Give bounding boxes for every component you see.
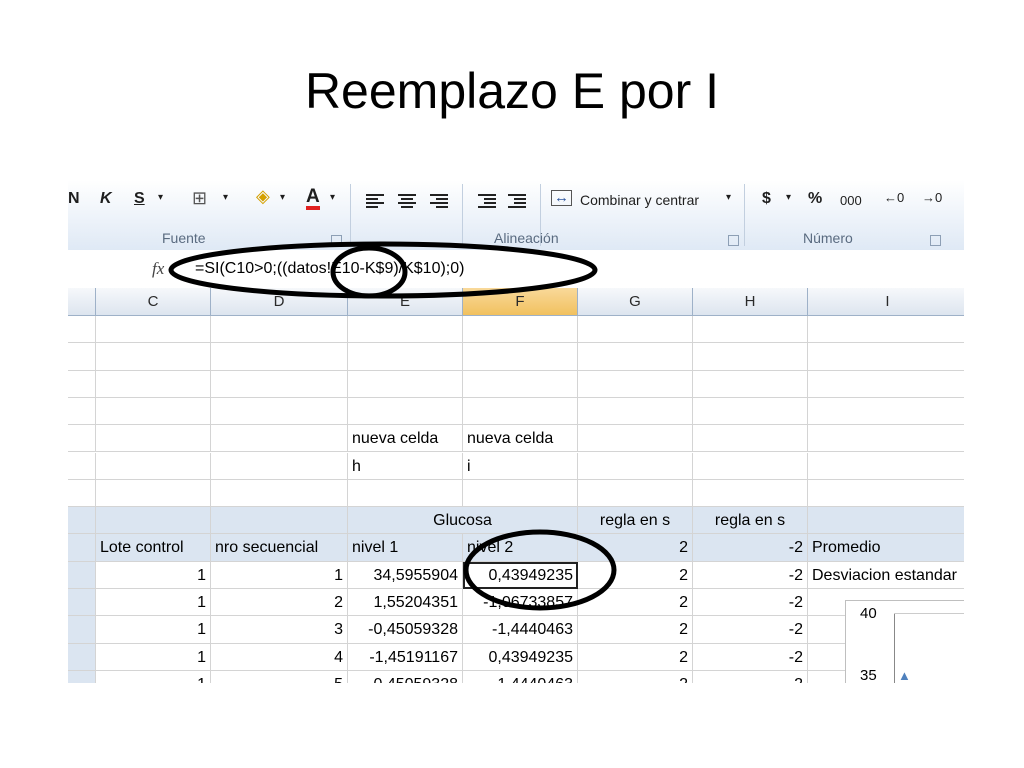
excel-screenshot: N K S ▾ ⊞ ▾ ◈ ▾ A ▾ ↔ Combinar y centrar… — [68, 180, 964, 683]
slide-title: Reemplazo E por I — [304, 63, 720, 119]
annotation-ellipse-e10 — [330, 245, 408, 299]
annotation-ellipse-nivel2 — [463, 529, 617, 611]
annotation-overlay — [168, 241, 617, 611]
